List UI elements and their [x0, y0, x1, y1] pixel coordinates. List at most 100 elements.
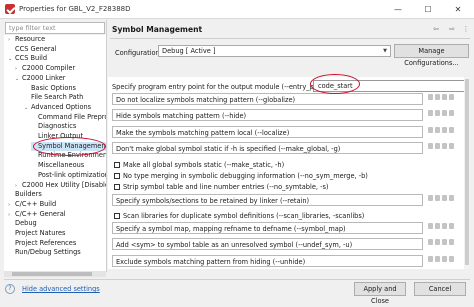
configuration-select[interactable]: Debug [ Active ] ▼ — [158, 45, 391, 57]
move-up-icon[interactable] — [442, 195, 447, 201]
move-up-icon[interactable] — [442, 110, 447, 116]
tree-item-debug[interactable]: Debug — [8, 219, 37, 229]
close-button[interactable]: ✕ — [443, 2, 473, 17]
add-icon[interactable] — [428, 110, 433, 116]
delete-icon[interactable] — [435, 195, 440, 201]
help-icon[interactable]: ? — [5, 284, 15, 294]
add-icon[interactable] — [428, 223, 433, 229]
cancel-button[interactable]: Cancel — [414, 282, 466, 296]
hide-advanced-settings-link[interactable]: Hide advanced settings — [22, 285, 100, 293]
checkbox-box[interactable] — [114, 173, 120, 179]
tree-toggle-icon[interactable]: ⌄ — [15, 75, 22, 85]
add-icon[interactable] — [428, 143, 433, 149]
divider — [4, 279, 470, 280]
make-global-field[interactable]: Don't make global symbol static if -h is… — [112, 142, 423, 154]
list-toolbar[interactable] — [428, 110, 458, 120]
move-down-icon[interactable] — [449, 195, 454, 201]
list-toolbar[interactable] — [428, 127, 458, 137]
tree-horizontal-scrollbar[interactable] — [4, 271, 106, 277]
tree-item-run-debug-settings[interactable]: Run/Debug Settings — [8, 248, 81, 258]
tree-item-basic-options[interactable]: Basic Options — [24, 84, 76, 94]
move-down-icon[interactable] — [449, 94, 454, 100]
add-icon[interactable] — [428, 94, 433, 100]
tree-item-command-file-preprocessing[interactable]: Command File Prepro — [31, 113, 106, 123]
delete-icon[interactable] — [435, 94, 440, 100]
tree-toggle-icon[interactable]: ⌄ — [8, 55, 15, 65]
move-up-icon[interactable] — [442, 239, 447, 245]
tree-item-c2000-linker[interactable]: ⌄ C2000 Linker — [15, 74, 66, 84]
options-vertical-scrollbar[interactable] — [464, 77, 470, 269]
list-toolbar[interactable] — [428, 195, 458, 205]
tree-item-advanced-options[interactable]: ⌄ Advanced Options — [24, 103, 91, 113]
hide-field[interactable]: Hide symbols matching pattern (--hide) — [112, 109, 423, 121]
delete-icon[interactable] — [435, 239, 440, 245]
undef-sym-field[interactable]: Add <sym> to symbol table as an unresolv… — [112, 238, 423, 250]
move-down-icon[interactable] — [449, 223, 454, 229]
scrollbar-thumb[interactable] — [465, 79, 469, 265]
move-up-icon[interactable] — [442, 256, 447, 262]
tree-item-c2000-compiler[interactable]: › C2000 Compiler — [15, 64, 75, 74]
view-menu-icon[interactable]: ⋮ — [460, 23, 472, 35]
filter-input[interactable]: type filter text — [5, 22, 105, 34]
list-toolbar[interactable] — [428, 223, 458, 233]
delete-icon[interactable] — [435, 110, 440, 116]
list-toolbar[interactable] — [428, 94, 458, 104]
tree-item-post-link-optimization[interactable]: Post-link optimization — [31, 171, 106, 181]
checkbox-box[interactable] — [114, 162, 120, 168]
no-sym-merge-checkbox[interactable]: No type merging in symbolic debugging in… — [114, 172, 368, 180]
checkbox-box[interactable] — [114, 184, 120, 190]
forward-arrow-icon[interactable]: ⇨ — [446, 23, 458, 35]
tree-item-project-natures[interactable]: Project Natures — [8, 229, 65, 239]
add-icon[interactable] — [428, 127, 433, 133]
move-down-icon[interactable] — [449, 143, 454, 149]
minimize-button[interactable]: — — [383, 2, 413, 17]
move-up-icon[interactable] — [442, 143, 447, 149]
checkbox-box[interactable] — [114, 213, 120, 219]
globalize-field[interactable]: Do not localize symbols matching pattern… — [112, 93, 423, 105]
pane-divider[interactable] — [106, 20, 107, 272]
move-up-icon[interactable] — [442, 127, 447, 133]
tree-item-builders[interactable]: Builders — [8, 190, 42, 200]
delete-icon[interactable] — [435, 143, 440, 149]
unhide-field[interactable]: Exclude symbols matching pattern from hi… — [112, 255, 423, 267]
delete-icon[interactable] — [435, 223, 440, 229]
move-down-icon[interactable] — [449, 256, 454, 262]
tree-item-ccs-general[interactable]: CCS General — [8, 45, 56, 55]
retain-field[interactable]: Specify symbols/sections to be retained … — [112, 194, 423, 206]
add-icon[interactable] — [428, 256, 433, 262]
scan-libraries-checkbox[interactable]: Scan libraries for duplicate symbol defi… — [114, 212, 364, 220]
tree-item-file-search-path[interactable]: File Search Path — [24, 93, 83, 103]
scrollbar-thumb[interactable] — [12, 272, 92, 276]
tree-item-ccs-build[interactable]: ⌄ CCS Build — [8, 54, 47, 64]
list-toolbar[interactable] — [428, 143, 458, 153]
move-up-icon[interactable] — [442, 94, 447, 100]
move-down-icon[interactable] — [449, 239, 454, 245]
move-down-icon[interactable] — [449, 127, 454, 133]
symbol-map-field[interactable]: Specify a symbol map, mapping refname to… — [112, 222, 423, 234]
make-static-checkbox[interactable]: Make all global symbols static (--make_s… — [114, 161, 284, 169]
delete-icon[interactable] — [435, 256, 440, 262]
app-icon — [5, 4, 15, 14]
tree-item-miscellaneous[interactable]: Miscellaneous — [31, 161, 84, 171]
list-toolbar[interactable] — [428, 239, 458, 249]
tree-item-cpp-build[interactable]: › C/C++ Build — [8, 200, 56, 210]
move-down-icon[interactable] — [449, 110, 454, 116]
add-icon[interactable] — [428, 239, 433, 245]
tree-toggle-icon[interactable]: ⌄ — [24, 104, 31, 114]
tree-item-cpp-general[interactable]: › C/C++ General — [8, 210, 66, 220]
window-title: Properties for GBL_V2_F28388D — [19, 5, 131, 13]
tree-item-c2000-hex-utility[interactable]: ›C2000 Hex Utility [Disabled] — [15, 181, 106, 191]
maximize-button[interactable]: ☐ — [413, 2, 443, 17]
tree-item-resource[interactable]: › Resource — [8, 35, 45, 45]
apply-and-close-button[interactable]: Apply and Close — [354, 282, 406, 305]
add-icon[interactable] — [428, 195, 433, 201]
back-arrow-icon[interactable]: ⇦ — [430, 23, 442, 35]
manage-configurations-button[interactable]: Manage Configurations... — [394, 44, 469, 67]
tree-item-project-references[interactable]: Project References — [8, 239, 76, 249]
list-toolbar[interactable] — [428, 256, 458, 266]
no-symtable-checkbox[interactable]: Strip symbol table and line number entri… — [114, 183, 328, 191]
localize-field[interactable]: Make the symbols matching pattern local … — [112, 126, 423, 138]
tree-item-diagnostics[interactable]: Diagnostics — [31, 122, 76, 132]
delete-icon[interactable] — [435, 127, 440, 133]
move-up-icon[interactable] — [442, 223, 447, 229]
